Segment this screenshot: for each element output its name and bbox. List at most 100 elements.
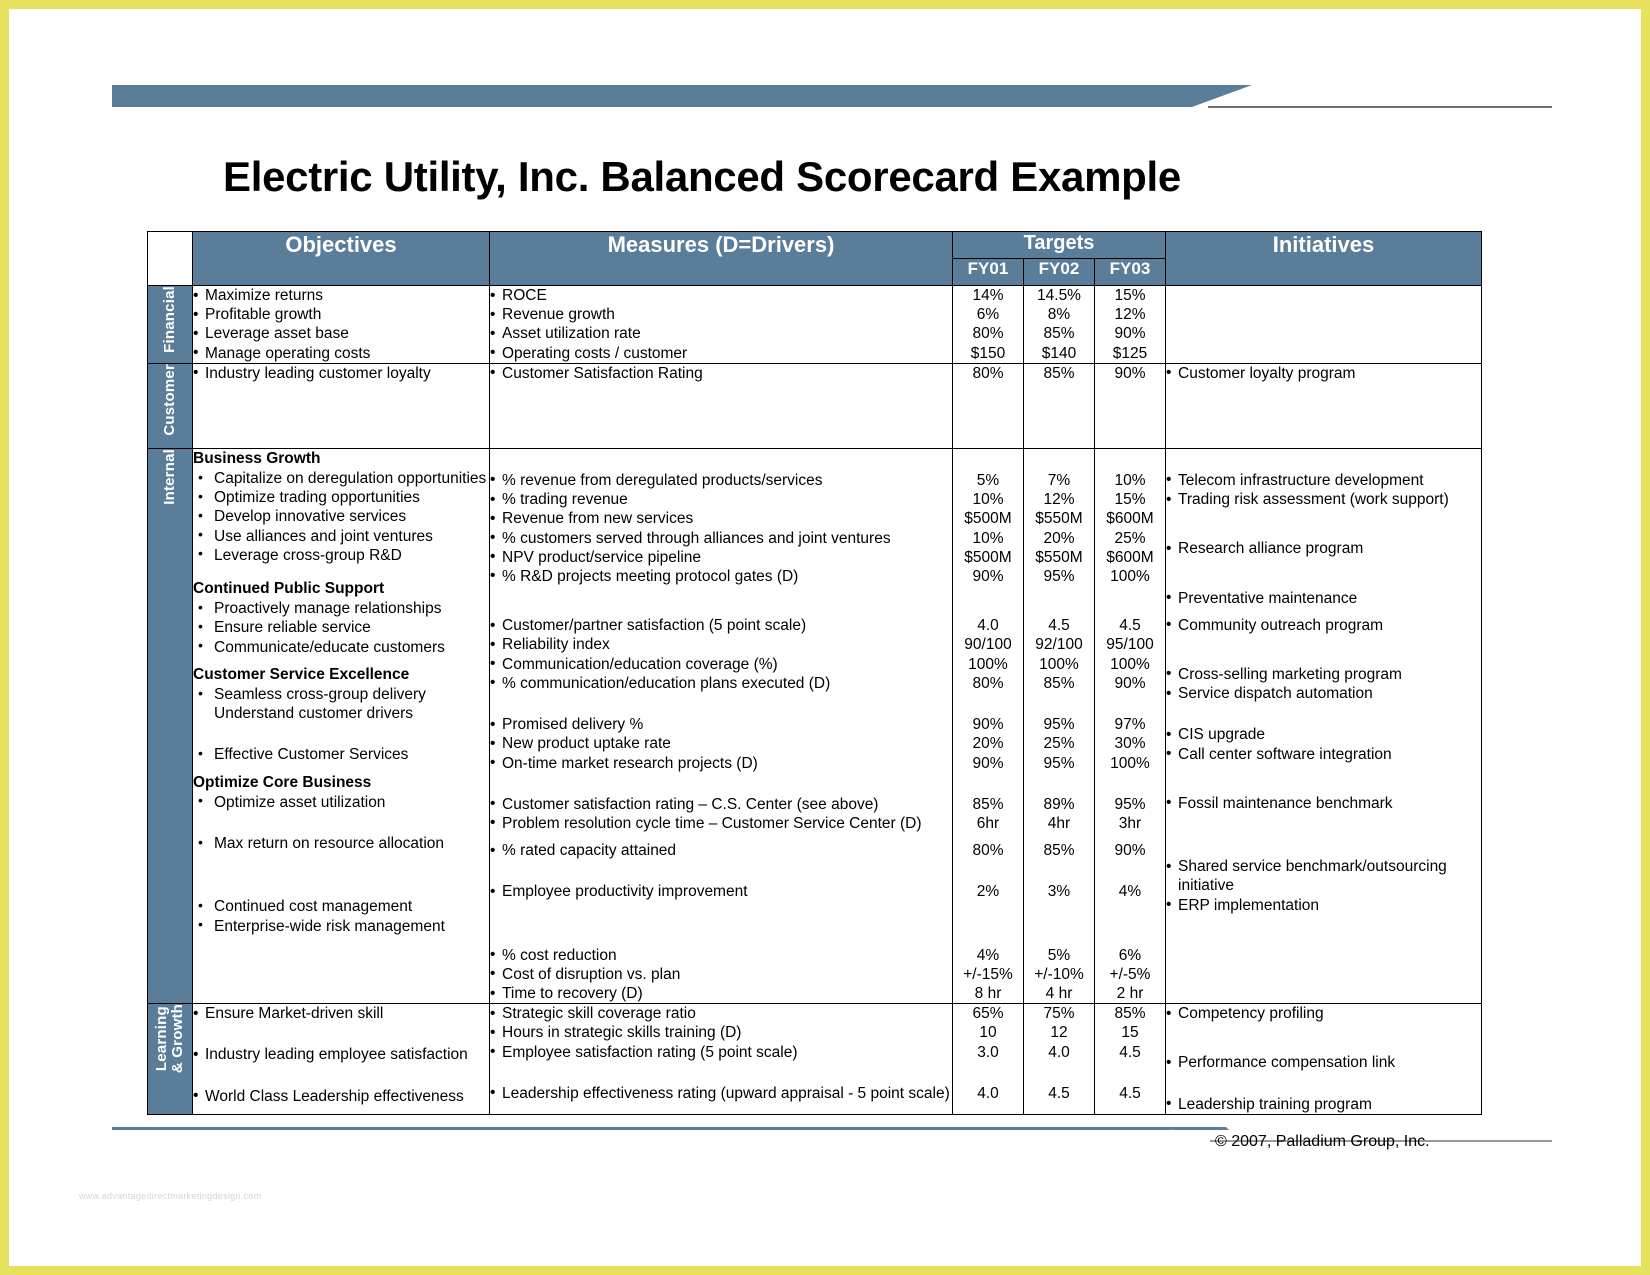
- list-item: ERP implementation: [1166, 895, 1481, 915]
- list-item: Cross-selling marketing program: [1166, 664, 1481, 684]
- initiatives-list-cost-risk: Shared service benchmark/outsourcing ini…: [1166, 857, 1481, 915]
- list-item: New product uptake rate: [490, 734, 952, 753]
- group-heading-business-growth: Business Growth: [193, 449, 321, 467]
- top-bar-block: [112, 85, 1192, 107]
- initiatives-list-learning-2: Performance compensation link: [1166, 1053, 1481, 1072]
- target-value: 6hr: [976, 814, 1000, 832]
- target-value: 80%: [972, 325, 1004, 343]
- column-header-objectives: Objectives: [192, 231, 490, 286]
- target-value: 95%: [1043, 754, 1075, 772]
- list-item: Call center software integration: [1166, 744, 1481, 764]
- target-value: $140: [1041, 344, 1077, 362]
- list-item: Capitalize on deregulation opportunities: [193, 469, 489, 488]
- scorecard-grid: Objectives Measures (D=Drivers) Targets …: [147, 231, 1482, 1115]
- initiatives-list-effective-customer-services: CIS upgrade Call center software integra…: [1166, 725, 1481, 764]
- perspective-label-financial: Financial: [161, 286, 179, 353]
- target-value: 4hr: [1047, 814, 1071, 832]
- perspective-row-learning-growth: Learning& Growth Ensure Market-driven sk…: [147, 1003, 1482, 1115]
- perspective-label-line2: & Growth: [169, 1004, 186, 1074]
- measures-cell-internal: % revenue from deregulated products/serv…: [489, 447, 953, 1005]
- perspective-row-customer: Customer Industry leading customer loyal…: [147, 362, 1482, 449]
- list-item: Telecom infrastructure development: [1166, 470, 1481, 490]
- target-value: $150: [970, 344, 1006, 362]
- objectives-list-learning-3: World Class Leadership effectiveness: [193, 1086, 489, 1106]
- target-value: 97%: [1114, 716, 1146, 734]
- target-value: 100%: [1039, 655, 1079, 673]
- list-item: Leverage cross-group R&D: [193, 545, 489, 565]
- fy01-cell-financial: 14% 6% 80% $150: [952, 285, 1024, 364]
- list-item: Develop innovative services: [193, 507, 489, 526]
- list-item: Ensure reliable service: [193, 618, 489, 637]
- fy02-cell-financial: 14.5% 8% 85% $140: [1023, 285, 1095, 364]
- target-value: 75%: [1043, 1005, 1075, 1023]
- list-item: Manage operating costs: [193, 343, 489, 363]
- objectives-list-learning-1: Ensure Market-driven skill: [193, 1004, 489, 1023]
- target-value: 95%: [1114, 795, 1146, 813]
- target-value: 90%: [1114, 364, 1146, 382]
- initiatives-list-community: Community outreach program: [1166, 615, 1481, 635]
- target-value: 90%: [972, 754, 1004, 772]
- list-item: Community outreach program: [1166, 615, 1481, 635]
- top-bar-slant: [1192, 85, 1252, 107]
- target-value: 95%: [1043, 716, 1075, 734]
- measures-list-optimize-core: % rated capacity attained: [490, 841, 952, 860]
- target-value: 100%: [968, 655, 1008, 673]
- measures-cell-financial: ROCE Revenue growth Asset utilization ra…: [489, 285, 953, 364]
- target-value: 80%: [972, 674, 1004, 692]
- target-value: 5%: [1047, 946, 1071, 964]
- target-value: 4.5: [1119, 1084, 1141, 1102]
- target-value: 20%: [1043, 529, 1075, 547]
- target-value: 4.5: [1119, 617, 1141, 635]
- copyright-notice: © 2007, Palladium Group, Inc.: [1215, 1133, 1430, 1150]
- list-item: Customer/partner satisfaction (5 point s…: [490, 616, 952, 635]
- list-item: Revenue growth: [490, 305, 952, 324]
- target-value: +/-15%: [963, 965, 1013, 983]
- fy03-cell-financial: 15% 12% 90% $125: [1094, 285, 1166, 364]
- list-item: Understand customer drivers: [214, 705, 413, 723]
- measures-cell-customer: Customer Satisfaction Rating: [489, 362, 953, 449]
- target-value: 20%: [972, 735, 1004, 753]
- objectives-cell-financial: Maximize returns Profitable growth Lever…: [192, 285, 490, 364]
- measures-list-customer: Customer Satisfaction Rating: [490, 363, 952, 383]
- column-header-fy01: FY01: [952, 258, 1024, 286]
- target-value: 90/100: [964, 636, 1012, 654]
- target-value: 4.0: [1048, 1043, 1070, 1061]
- target-value: $500M: [964, 510, 1012, 528]
- initiatives-cell-customer: Customer loyalty program: [1165, 362, 1482, 449]
- measures-cell-learning-growth: Strategic skill coverage ratio Hours in …: [489, 1003, 953, 1115]
- perspective-label-learning-growth: Learning & Growth: [153, 1004, 186, 1074]
- page-title: Electric Utility, Inc. Balanced Scorecar…: [223, 153, 1181, 200]
- fy01-cell-internal: 5% 10% $500M 10% $500M 90% 4.0 90/100 10…: [952, 447, 1024, 1005]
- target-value: 15%: [1114, 491, 1146, 509]
- target-value: 85%: [1043, 364, 1075, 382]
- list-item: % communication/education plans executed…: [490, 673, 952, 693]
- target-value: 12%: [1114, 306, 1146, 324]
- fy02-cell-learning-growth: 75% 12 4.0 4.5: [1023, 1003, 1095, 1115]
- list-item: Profitable growth: [193, 305, 489, 324]
- initiatives-list-research: Research alliance program: [1166, 539, 1481, 558]
- target-value: 90%: [1114, 842, 1146, 860]
- target-value: 85%: [972, 795, 1004, 813]
- list-item: Optimize trading opportunities: [193, 488, 489, 507]
- fy03-cell-internal: 10% 15% $600M 25% $600M 100% 4.5 95/100 …: [1094, 447, 1166, 1005]
- list-item: Time to recovery (D): [490, 984, 952, 1003]
- target-value: 85%: [1114, 1005, 1146, 1023]
- objectives-list-cost-risk: Continued cost management Enterprise-wid…: [193, 897, 489, 935]
